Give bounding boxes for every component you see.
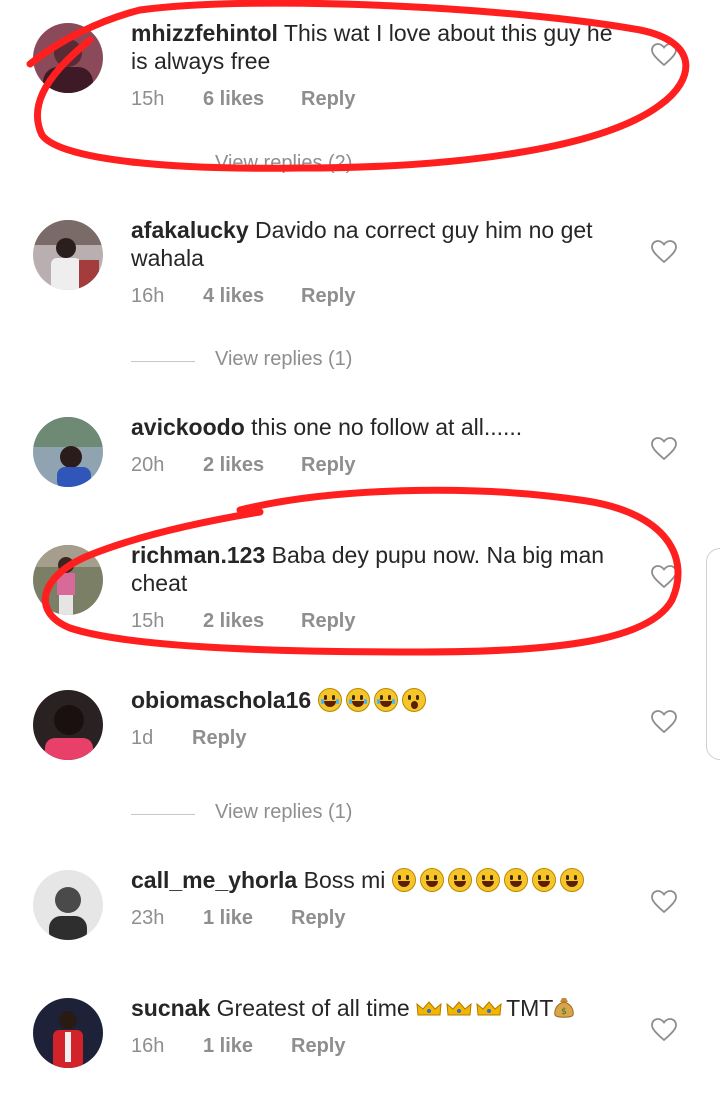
comment-time: 1d: [131, 727, 154, 749]
avatar[interactable]: [33, 417, 103, 487]
face-with-tears-of-joy-icon: [317, 688, 342, 712]
reply-button[interactable]: Reply: [301, 610, 355, 633]
comment-body: this one no follow at all......: [251, 414, 523, 440]
comment-text: afakalucky Davido na correct guy him no …: [131, 216, 626, 272]
reply-button[interactable]: Reply: [301, 88, 355, 111]
grinning-face-icon: [559, 868, 584, 892]
grinning-face-icon: [475, 868, 500, 892]
avatar[interactable]: [33, 998, 103, 1068]
reply-button[interactable]: Reply: [192, 727, 246, 750]
heart-outline-icon[interactable]: [651, 437, 677, 461]
comment-text: obiomaschola16: [131, 686, 626, 714]
heart-outline-icon[interactable]: [651, 43, 677, 67]
avatar[interactable]: [33, 23, 103, 93]
reply-button[interactable]: Reply: [291, 907, 345, 930]
comment-username[interactable]: sucnak: [131, 995, 210, 1021]
comment-text: richman.123 Baba dey pupu now. Na big ma…: [131, 541, 626, 597]
face-with-tears-of-joy-icon: [345, 688, 370, 712]
comment-username[interactable]: avickoodo: [131, 414, 245, 440]
crown-icon: [416, 1001, 442, 1016]
likes-count[interactable]: 2 likes: [203, 454, 264, 477]
reply-button[interactable]: Reply: [301, 454, 355, 477]
grinning-face-icon: [531, 868, 556, 892]
likes-count[interactable]: 2 likes: [203, 610, 264, 633]
svg-text:$: $: [561, 1007, 567, 1017]
comment-body: Boss mi: [303, 867, 386, 893]
view-replies-label[interactable]: View replies (1): [215, 348, 352, 371]
comment-time: 15h: [131, 610, 165, 632]
comment-text: avickoodo this one no follow at all.....…: [131, 413, 626, 441]
grinning-face-icon: [419, 868, 444, 892]
comment-body: Greatest of all time: [216, 995, 410, 1021]
likes-count[interactable]: 4 likes: [203, 285, 264, 308]
comment-time: 23h: [131, 907, 165, 929]
heart-outline-icon[interactable]: [651, 1018, 677, 1042]
heart-outline-icon[interactable]: [651, 890, 677, 914]
crown-icon: [446, 1001, 472, 1016]
comment-time: 16h: [131, 285, 165, 307]
comment-text: sucnak Greatest of all time TMT $: [131, 994, 626, 1022]
replies-divider: [131, 361, 195, 362]
likes-count[interactable]: 1 like: [203, 907, 253, 930]
money-bag-icon: $: [554, 998, 575, 1018]
heart-outline-icon[interactable]: [651, 565, 677, 589]
heart-outline-icon[interactable]: [651, 240, 677, 264]
grinning-face-icon: [391, 868, 416, 892]
comment-username[interactable]: richman.123: [131, 542, 265, 568]
crown-icon: [476, 1001, 502, 1016]
view-replies-label[interactable]: View replies (1): [215, 801, 352, 824]
reply-button[interactable]: Reply: [301, 285, 355, 308]
side-panel-edge[interactable]: [706, 548, 720, 760]
comment-username[interactable]: call_me_yhorla: [131, 867, 297, 893]
face-with-tears-of-joy-icon: [373, 688, 398, 712]
comment-username[interactable]: obiomaschola16: [131, 687, 311, 713]
comment-username[interactable]: afakalucky: [131, 217, 249, 243]
reply-button[interactable]: Reply: [291, 1035, 345, 1058]
replies-divider: [131, 165, 195, 166]
comment-time: 15h: [131, 88, 165, 110]
comment-body-suffix: TMT: [506, 995, 554, 1021]
avatar[interactable]: [33, 690, 103, 760]
view-replies-label[interactable]: View replies (2): [215, 152, 352, 175]
comment-time: 20h: [131, 454, 165, 476]
likes-count[interactable]: 6 likes: [203, 88, 264, 111]
comment-text: call_me_yhorla Boss mi: [131, 866, 626, 894]
likes-count[interactable]: 1 like: [203, 1035, 253, 1058]
avatar[interactable]: [33, 870, 103, 940]
avatar[interactable]: [33, 545, 103, 615]
comment-time: 16h: [131, 1035, 165, 1057]
replies-divider: [131, 814, 195, 815]
face-with-open-mouth-icon: [401, 688, 426, 712]
comment-text: mhizzfehintol This wat I love about this…: [131, 19, 626, 75]
comment-username[interactable]: mhizzfehintol: [131, 20, 278, 46]
avatar[interactable]: [33, 220, 103, 290]
grinning-face-icon: [503, 868, 528, 892]
grinning-face-icon: [447, 868, 472, 892]
heart-outline-icon[interactable]: [651, 710, 677, 734]
